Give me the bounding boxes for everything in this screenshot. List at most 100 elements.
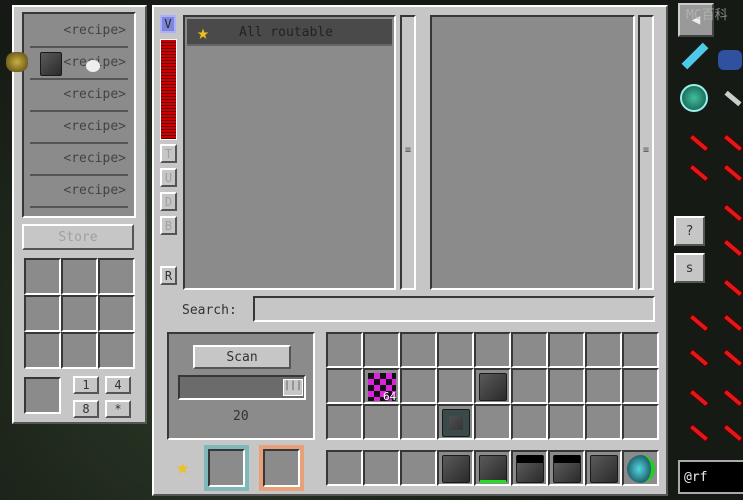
machine-block-icon: [442, 455, 470, 483]
machine-block-icon: [479, 373, 507, 401]
inventory-slot[interactable]: [326, 368, 363, 404]
inventory-slot[interactable]: [437, 332, 474, 368]
craft-slot[interactable]: [98, 258, 135, 295]
scan-button[interactable]: Scan: [193, 345, 291, 369]
inventory-slot[interactable]: [622, 368, 659, 404]
output-slot-frame: [259, 445, 304, 491]
machine-block-icon: [40, 52, 62, 76]
inventory-slot[interactable]: [548, 368, 585, 404]
slider-handle[interactable]: |||: [283, 379, 303, 396]
craft-slot[interactable]: [98, 295, 135, 332]
hotbar-slot[interactable]: [363, 450, 400, 486]
scan-radius-slider[interactable]: |||: [178, 375, 306, 400]
inventory-slot[interactable]: [326, 404, 363, 440]
bottom-button[interactable]: B: [160, 216, 177, 235]
inventory-slot[interactable]: [511, 368, 548, 404]
scan-box: Scan ||| 20: [167, 332, 315, 440]
help-button[interactable]: ?: [674, 216, 705, 246]
down-button[interactable]: D: [160, 192, 177, 211]
craft-slot[interactable]: [61, 332, 98, 369]
list-item-label: All routable: [239, 25, 333, 40]
hotbar-slot[interactable]: [511, 450, 548, 486]
hopper-block-icon: [516, 455, 544, 483]
craft-slot[interactable]: [24, 295, 61, 332]
inventory-slot[interactable]: [400, 404, 437, 440]
favorite-star-icon[interactable]: ★: [176, 455, 189, 480]
hotbar-slot[interactable]: [548, 450, 585, 486]
hotbar-slot[interactable]: [622, 450, 659, 486]
inventory-slot[interactable]: [363, 332, 400, 368]
inventory-slot[interactable]: [622, 332, 659, 368]
amount-all-button[interactable]: *: [105, 400, 131, 418]
contents-list[interactable]: [430, 15, 635, 290]
view-button[interactable]: V: [160, 15, 176, 33]
recipe-slot[interactable]: <recipe>: [30, 80, 128, 112]
contents-scrollbar[interactable]: ≡: [638, 15, 654, 290]
machine-block-icon: [479, 455, 507, 483]
hotbar-slot[interactable]: [326, 450, 363, 486]
recipe-list: <recipe> <recipe> <recipe> <recipe> <rec…: [22, 12, 136, 218]
inventory-slot[interactable]: [400, 368, 437, 404]
inventory-slot[interactable]: [548, 332, 585, 368]
inventory-slot[interactable]: [585, 368, 622, 404]
hotbar-slot[interactable]: [437, 450, 474, 486]
inventory-slot[interactable]: [363, 404, 400, 440]
hotbar-slot[interactable]: [474, 450, 511, 486]
inventory-slot[interactable]: 64: [363, 368, 400, 404]
inventory-slot[interactable]: [437, 404, 474, 440]
inventory-slot[interactable]: [400, 332, 437, 368]
inventory-slot[interactable]: [511, 332, 548, 368]
star-icon: ★: [197, 20, 210, 44]
hotbar-slot[interactable]: [585, 450, 622, 486]
amount-1-button[interactable]: 1: [73, 376, 99, 394]
top-button[interactable]: T: [160, 144, 177, 163]
store-button[interactable]: Store: [22, 224, 134, 250]
inventory-slot[interactable]: [585, 332, 622, 368]
storage-scanner-panel: V T U D B R ★ All routable ≡ ≡ Search: S…: [152, 5, 668, 496]
inventory-slot[interactable]: [585, 404, 622, 440]
craft-slot[interactable]: [61, 295, 98, 332]
recipe-slot[interactable]: <recipe>: [30, 112, 128, 144]
recipe-panel: <recipe> <recipe> <recipe> <recipe> <rec…: [12, 5, 147, 424]
inventory-slot[interactable]: [326, 332, 363, 368]
amount-4-button[interactable]: 4: [105, 376, 131, 394]
scan-radius-value: 20: [233, 409, 249, 424]
up-button[interactable]: U: [160, 168, 177, 187]
book-icon[interactable]: [718, 50, 742, 70]
inventory-slot[interactable]: [474, 332, 511, 368]
hotbar-slot[interactable]: [400, 450, 437, 486]
list-item-all-routable[interactable]: ★ All routable: [187, 19, 392, 46]
energy-orb-icon: [627, 455, 655, 483]
watermark: MC百科: [686, 8, 728, 23]
search-input[interactable]: [253, 296, 655, 322]
refresh-button[interactable]: R: [160, 266, 177, 285]
white-ball-icon: [86, 60, 100, 72]
recipe-slot[interactable]: <recipe>: [30, 176, 128, 208]
stack-count: 64: [383, 390, 397, 403]
inventory-slot[interactable]: [548, 404, 585, 440]
craft-slot[interactable]: [24, 258, 61, 295]
ingredient-icon: [6, 52, 28, 72]
settings-button[interactable]: s: [674, 253, 705, 283]
list-scrollbar[interactable]: ≡: [400, 15, 416, 290]
inventory-slot[interactable]: [474, 404, 511, 440]
amount-8-button[interactable]: 8: [73, 400, 99, 418]
recipe-slot[interactable]: <recipe>: [30, 16, 128, 48]
craft-slot[interactable]: [98, 332, 135, 369]
ender-pearl-icon[interactable]: [680, 84, 708, 112]
inventory-slot[interactable]: [437, 368, 474, 404]
hopper-block-icon: [553, 455, 581, 483]
input-slot[interactable]: [208, 449, 245, 487]
craft-slot[interactable]: [61, 258, 98, 295]
machine-block-icon: [442, 409, 470, 437]
inventory-slot[interactable]: [474, 368, 511, 404]
item-filter-input[interactable]: @rf: [678, 460, 743, 494]
output-slot[interactable]: [263, 449, 300, 487]
input-slot-frame: [204, 445, 249, 491]
craft-slot[interactable]: [24, 332, 61, 369]
recipe-slot[interactable]: <recipe>: [30, 144, 128, 176]
inventory-list[interactable]: ★ All routable: [183, 15, 396, 290]
result-slot[interactable]: [24, 377, 61, 414]
inventory-slot[interactable]: [511, 404, 548, 440]
inventory-slot[interactable]: [622, 404, 659, 440]
